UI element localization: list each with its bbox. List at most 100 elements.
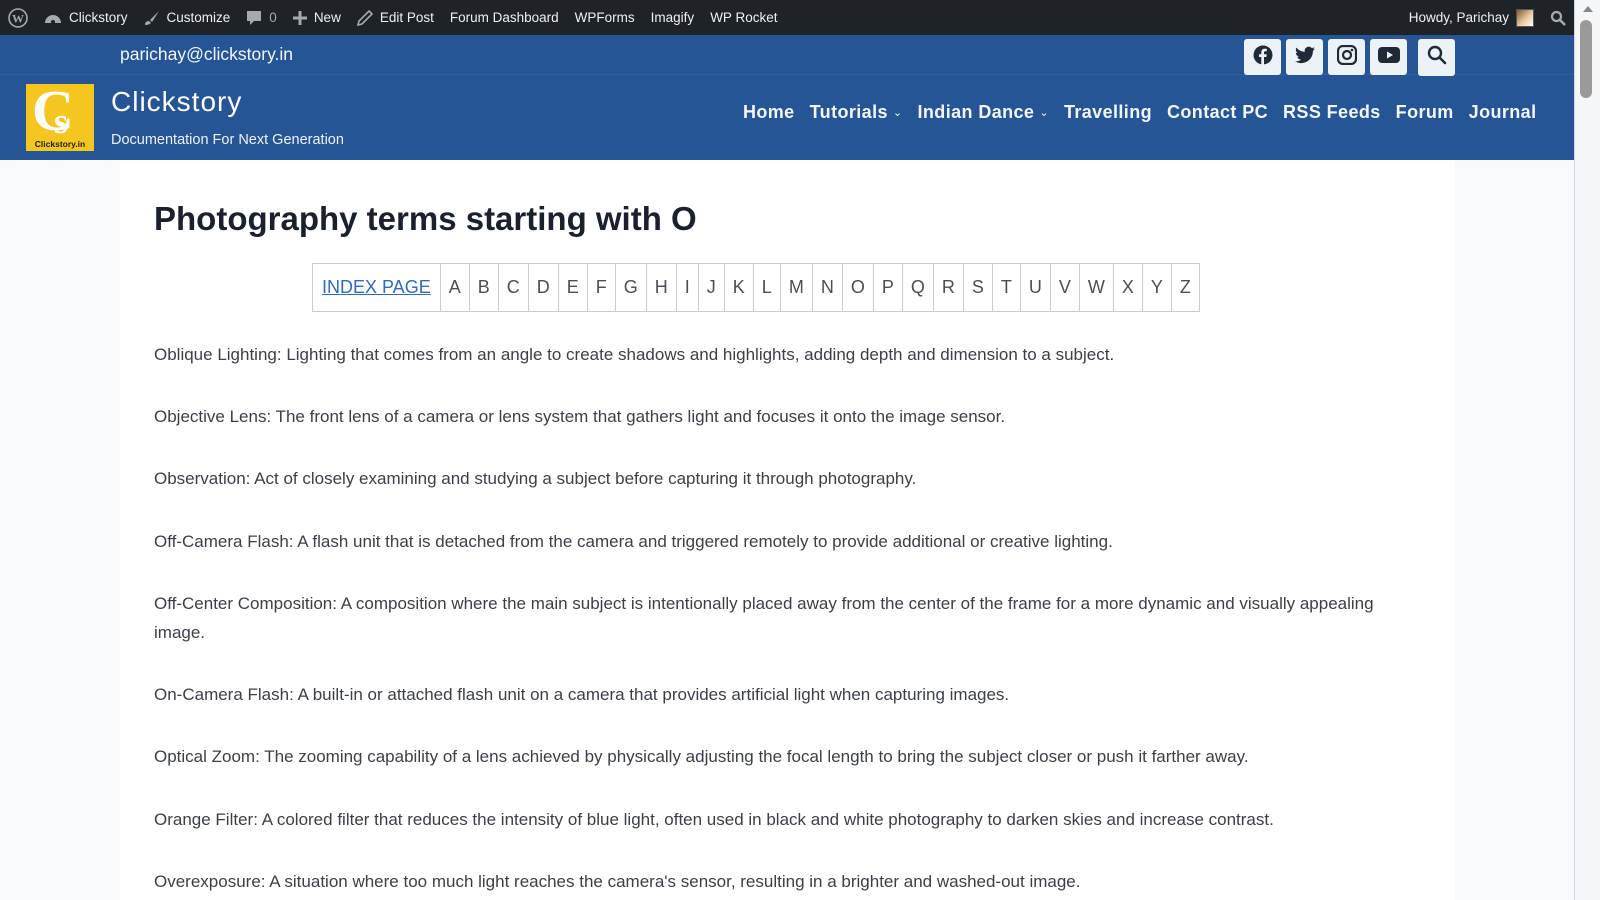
- letter-f[interactable]: F: [586, 263, 616, 312]
- letter-o[interactable]: O: [841, 263, 874, 312]
- letter-v[interactable]: V: [1049, 263, 1080, 312]
- nav-journal[interactable]: Journal: [1461, 102, 1544, 123]
- scroll-up-arrow-icon[interactable]: [1583, 6, 1593, 12]
- twitter-icon: [1294, 46, 1315, 69]
- letter-j[interactable]: J: [697, 263, 725, 312]
- nav-label: RSS Feeds: [1283, 102, 1381, 122]
- term-oblique-lighting: Oblique Lighting: Lighting that comes fr…: [154, 345, 1115, 364]
- wpforms-menu[interactable]: WPForms: [567, 0, 643, 35]
- letter-p[interactable]: P: [872, 263, 903, 312]
- letter-i[interactable]: I: [675, 263, 699, 312]
- edit-post-label: Edit Post: [379, 10, 434, 25]
- letter-m[interactable]: M: [779, 263, 813, 312]
- new-content-menu[interactable]: New: [285, 0, 349, 35]
- nav-indian-dance[interactable]: Indian Dance ⌄: [910, 102, 1056, 123]
- site-tagline: Documentation For Next Generation: [111, 132, 344, 148]
- scrollbar-thumb[interactable]: [1580, 20, 1592, 98]
- letter-b[interactable]: B: [468, 263, 499, 312]
- letter-d[interactable]: D: [527, 263, 559, 312]
- term-on-camera-flash: On-Camera Flash: A built-in or attached …: [154, 685, 1010, 704]
- index-page-cell: INDEX PAGE: [312, 263, 441, 312]
- dashboard-icon: [44, 10, 62, 26]
- logo-label: Clickstory.in: [34, 139, 86, 149]
- term-observation: Observation: Act of closely examining an…: [154, 469, 917, 488]
- youtube-icon: [1377, 46, 1400, 68]
- letter-t[interactable]: T: [991, 263, 1021, 312]
- instagram-button[interactable]: [1328, 39, 1365, 75]
- logo-letter-s: s: [54, 101, 69, 141]
- letter-h[interactable]: H: [645, 263, 677, 312]
- nav-home[interactable]: Home: [735, 102, 802, 123]
- customize-menu[interactable]: Customize: [136, 0, 239, 35]
- page-scrollbar[interactable]: [1574, 0, 1600, 900]
- letter-u[interactable]: U: [1019, 263, 1051, 312]
- my-account-menu[interactable]: Howdy, Parichay: [1401, 0, 1542, 35]
- comment-icon: [246, 10, 262, 26]
- site-logo[interactable]: C s Clickstory.in: [26, 82, 94, 151]
- letter-y[interactable]: Y: [1141, 263, 1172, 312]
- comment-count: 0: [269, 10, 277, 25]
- chevron-down-icon: ⌄: [892, 107, 903, 119]
- pencil-icon: [356, 9, 373, 26]
- letter-l[interactable]: L: [752, 263, 781, 312]
- term-optical-zoom: Optical Zoom: The zooming capability of …: [154, 747, 1249, 766]
- nav-label: Journal: [1468, 102, 1537, 122]
- nav-label: Home: [742, 102, 795, 122]
- letter-a[interactable]: A: [439, 263, 470, 312]
- letter-s[interactable]: S: [962, 263, 993, 312]
- letter-w[interactable]: W: [1078, 263, 1114, 312]
- header-top-row: parichay@clickstory.in: [0, 35, 1574, 76]
- main-content: Photography terms starting with O INDEX …: [120, 160, 1455, 900]
- nav-label: Contact PC: [1167, 102, 1269, 122]
- contact-email[interactable]: parichay@clickstory.in: [120, 44, 293, 65]
- letter-g[interactable]: G: [614, 263, 647, 312]
- letter-q[interactable]: Q: [901, 263, 934, 312]
- wpforms-label: WPForms: [574, 10, 635, 25]
- letter-e[interactable]: E: [557, 263, 588, 312]
- facebook-icon: [1253, 45, 1273, 70]
- site-name-menu[interactable]: Clickstory: [36, 0, 136, 35]
- edit-post-menu[interactable]: Edit Post: [349, 0, 442, 35]
- nav-contact-pc[interactable]: Contact PC: [1160, 102, 1276, 123]
- term-off-camera-flash: Off-Camera Flash: A flash unit that is d…: [154, 532, 1113, 551]
- letter-r[interactable]: R: [932, 263, 964, 312]
- forum-dashboard-menu[interactable]: Forum Dashboard: [442, 0, 567, 35]
- letter-k[interactable]: K: [723, 263, 754, 312]
- search-icon: [1550, 10, 1566, 26]
- index-page-link[interactable]: INDEX PAGE: [322, 277, 431, 297]
- alphabet-index: INDEX PAGE A B C D E F G H I J K L M N O…: [312, 263, 1200, 312]
- letter-n[interactable]: N: [811, 263, 843, 312]
- imagify-menu[interactable]: Imagify: [643, 0, 703, 35]
- term-overexposure: Overexposure: A situation where too much…: [154, 872, 1081, 891]
- nav-tutorials[interactable]: Tutorials ⌄: [802, 102, 910, 123]
- site-header: parichay@clickstory.in C s Clickstory.in…: [0, 35, 1574, 160]
- twitter-button[interactable]: [1286, 39, 1323, 75]
- primary-navigation: Home Tutorials ⌄ Indian Dance ⌄ Travelling…: [735, 102, 1544, 123]
- nav-label: Travelling: [1063, 102, 1153, 122]
- nav-rss-feeds[interactable]: RSS Feeds: [1276, 102, 1389, 123]
- wp-rocket-menu[interactable]: WP Rocket: [702, 0, 785, 35]
- youtube-button[interactable]: [1370, 39, 1407, 75]
- nav-travelling[interactable]: Travelling: [1056, 102, 1159, 123]
- svg-text:W: W: [12, 11, 24, 25]
- brush-icon: [144, 10, 160, 26]
- page-title: Photography terms starting with O: [154, 200, 697, 237]
- admin-search-button[interactable]: [1542, 0, 1574, 35]
- letter-z[interactable]: Z: [1170, 263, 1200, 312]
- wp-admin-bar: W Clickstory Customize 0 New Edit Post F…: [0, 0, 1574, 35]
- term-off-center-composition: Off-Center Composition: A composition wh…: [154, 594, 1374, 642]
- wordpress-menu[interactable]: W: [0, 0, 36, 35]
- letter-x[interactable]: X: [1112, 263, 1143, 312]
- facebook-button[interactable]: [1244, 39, 1281, 75]
- plus-icon: [292, 10, 307, 25]
- comments-menu[interactable]: 0: [238, 0, 285, 35]
- header-search-button[interactable]: [1418, 39, 1455, 76]
- site-title[interactable]: Clickstory: [111, 86, 242, 118]
- nav-forum[interactable]: Forum: [1388, 102, 1461, 123]
- social-links: [1244, 39, 1455, 76]
- nav-label: Indian Dance: [917, 102, 1035, 122]
- letter-c[interactable]: C: [497, 263, 529, 312]
- new-label: New: [313, 10, 341, 25]
- term-objective-lens: Objective Lens: The front lens of a came…: [154, 407, 1006, 426]
- howdy-greeting: Howdy, Parichay: [1408, 10, 1509, 25]
